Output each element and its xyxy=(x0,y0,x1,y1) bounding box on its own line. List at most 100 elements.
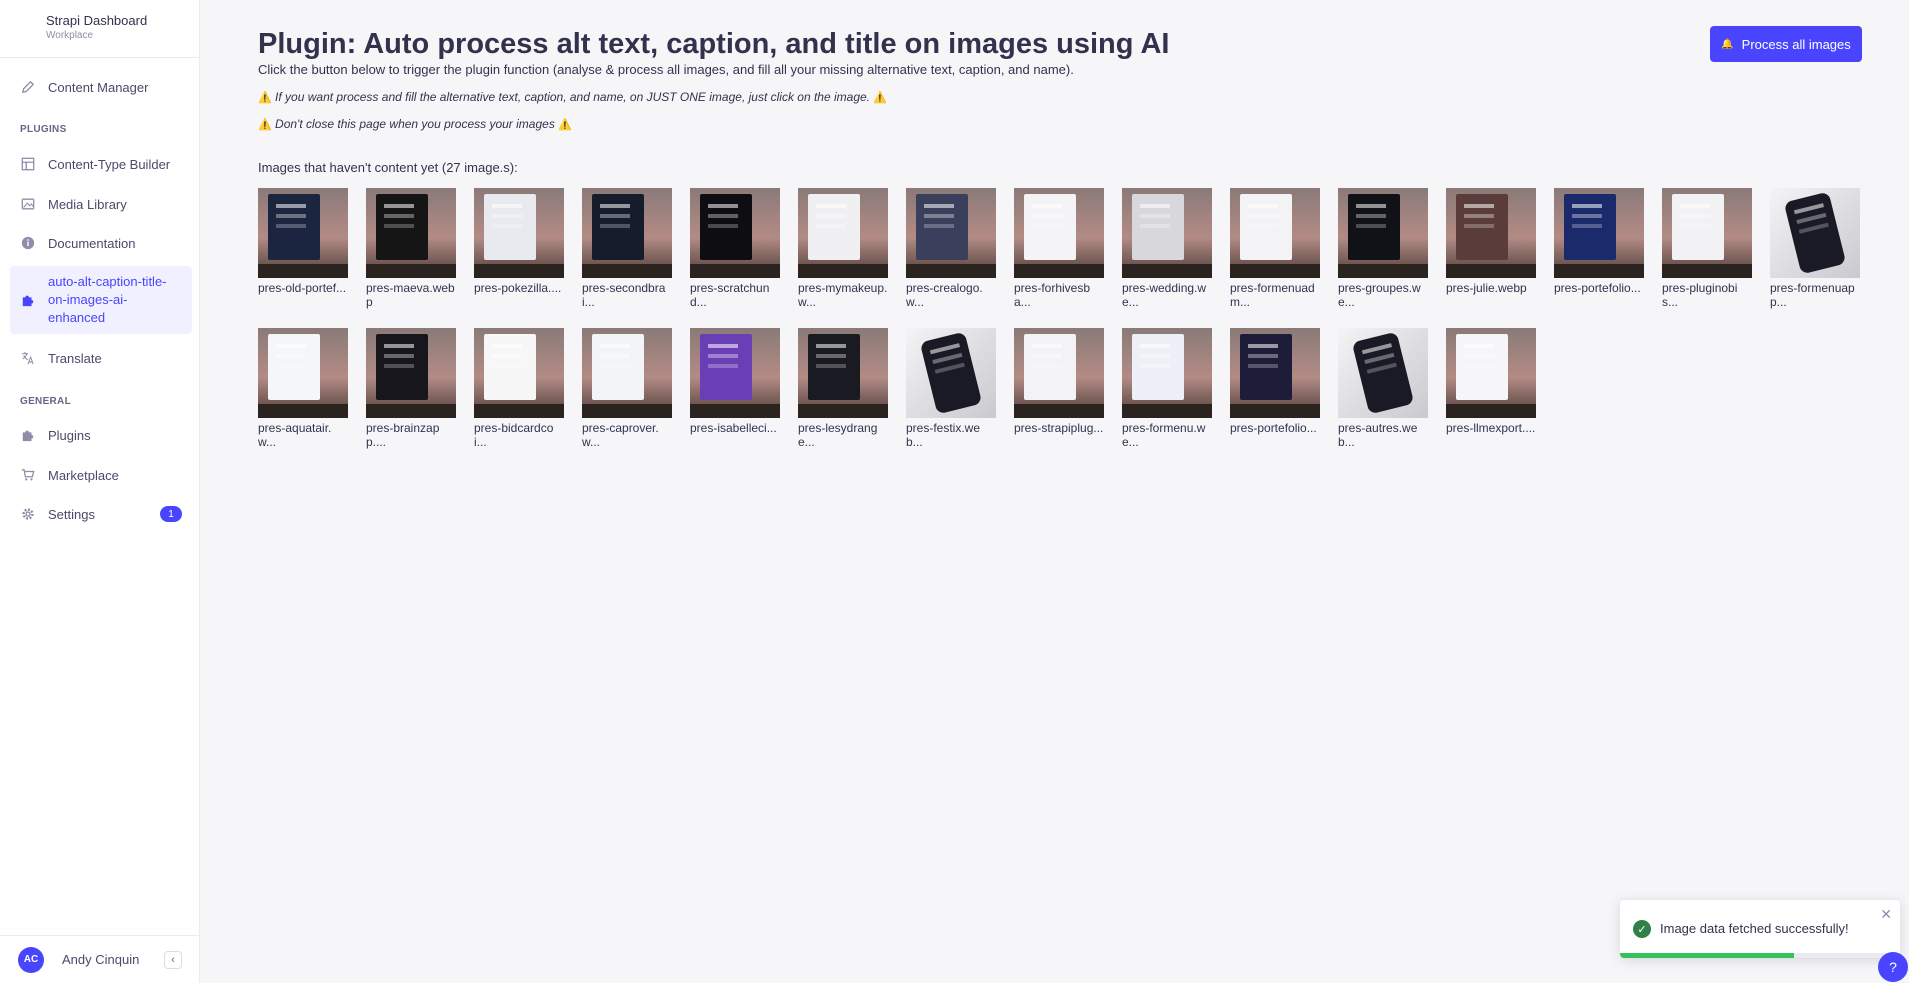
image-tile[interactable]: pres-isabelleci... xyxy=(690,328,780,435)
sidebar-item-content-type-builder[interactable]: Content-Type Builder xyxy=(10,152,192,176)
thumbnail-screen xyxy=(916,194,968,260)
collapse-sidebar-button[interactable]: ‹ xyxy=(164,950,182,969)
thumbnail-screen xyxy=(1348,194,1400,260)
info-icon xyxy=(20,235,36,251)
image-caption: pres-isabelleci... xyxy=(690,421,777,435)
thumbnail-keyboard xyxy=(690,264,780,278)
image-tile[interactable]: pres-portefolio... xyxy=(1230,328,1320,435)
image-tile[interactable]: pres-maeva.webp xyxy=(366,188,456,309)
image-caption: pres-wedding.we... xyxy=(1122,281,1207,309)
brand: Strapi Dashboard Workplace xyxy=(0,0,199,58)
image-tile[interactable]: pres-llmexport.... xyxy=(1446,328,1536,435)
image-tile[interactable]: pres-julie.webp xyxy=(1446,188,1536,295)
thumbnail-screen xyxy=(1456,334,1508,400)
image-tile[interactable]: pres-pokezilla.... xyxy=(474,188,564,295)
close-icon[interactable]: ✕ xyxy=(1880,906,1892,923)
settings-badge: 1 xyxy=(160,506,182,522)
thumbnail-screen xyxy=(592,194,644,260)
thumbnail-keyboard xyxy=(690,404,780,418)
thumbnail-screen xyxy=(1783,191,1847,275)
avatar[interactable]: AC xyxy=(18,946,44,973)
image-tile[interactable]: pres-aquatair.w... xyxy=(258,328,348,449)
sidebar-item-label: Settings xyxy=(48,506,95,522)
image-caption: pres-portefolio... xyxy=(1230,421,1317,435)
page-title: Plugin: Auto process alt text, caption, … xyxy=(258,28,1170,60)
image-tile[interactable]: pres-festix.web... xyxy=(906,328,996,449)
image-tile[interactable]: pres-brainzapp.... xyxy=(366,328,456,449)
image-thumbnail xyxy=(1230,328,1320,418)
thumbnail-keyboard xyxy=(474,404,564,418)
sidebar-item-label: Content-Type Builder xyxy=(48,156,171,172)
image-caption: pres-maeva.webp xyxy=(366,281,455,309)
thumbnail-screen xyxy=(1240,334,1292,400)
image-caption: pres-crealogo.w... xyxy=(906,281,983,309)
image-tile[interactable]: pres-lesydrange... xyxy=(798,328,888,449)
image-caption: pres-bidcardcoi... xyxy=(474,421,554,449)
thumbnail-screen xyxy=(1456,194,1508,260)
user-name[interactable]: Andy Cinquin xyxy=(62,952,139,967)
image-tile[interactable]: pres-pluginobis... xyxy=(1662,188,1752,309)
image-tile[interactable]: pres-portefolio... xyxy=(1554,188,1644,295)
thumbnail-screen xyxy=(700,334,752,400)
sidebar-item-label: Plugins xyxy=(48,427,91,443)
image-caption: pres-secondbrai... xyxy=(582,281,666,309)
sidebar-item-auto-alt-caption[interactable]: auto-alt-caption-title-on-images-ai-enha… xyxy=(10,266,192,334)
image-tile[interactable]: pres-old-portef... xyxy=(258,188,348,295)
sidebar: Strapi Dashboard Workplace Content Manag… xyxy=(0,0,200,983)
image-tile[interactable]: pres-bidcardcoi... xyxy=(474,328,564,449)
sidebar-item-documentation[interactable]: Documentation xyxy=(10,231,192,255)
sidebar-item-settings[interactable]: Settings 1 xyxy=(10,502,192,526)
image-caption: pres-autres.web... xyxy=(1338,421,1418,449)
help-button[interactable]: ? xyxy=(1878,952,1908,982)
image-tile[interactable]: pres-formenuapp... xyxy=(1770,188,1860,309)
image-caption: pres-llmexport.... xyxy=(1446,421,1536,435)
thumbnail-screen xyxy=(1024,334,1076,400)
image-tile[interactable]: pres-wedding.we... xyxy=(1122,188,1212,309)
sidebar-item-translate[interactable]: Translate xyxy=(10,346,192,370)
image-caption: pres-old-portef... xyxy=(258,281,347,295)
thumbnail-keyboard xyxy=(258,264,348,278)
image-tile[interactable]: pres-groupes.we... xyxy=(1338,188,1428,309)
image-tile[interactable]: pres-scratchund... xyxy=(690,188,780,309)
image-tile[interactable]: pres-forhivesba... xyxy=(1014,188,1104,309)
thumbnail-keyboard xyxy=(1122,264,1212,278)
image-thumbnail xyxy=(474,188,564,278)
sidebar-item-content-manager[interactable]: Content Manager xyxy=(10,75,192,99)
image-thumbnail xyxy=(906,328,996,418)
image-tile[interactable]: pres-autres.web... xyxy=(1338,328,1428,449)
brand-title: Strapi Dashboard xyxy=(46,13,148,28)
image-tile[interactable]: pres-strapiplug... xyxy=(1014,328,1104,435)
image-caption: pres-pokezilla.... xyxy=(474,281,562,295)
note-text: Don't close this page when you process y… xyxy=(275,117,555,131)
thumbnail-screen xyxy=(592,334,644,400)
sidebar-item-plugins[interactable]: Plugins xyxy=(10,423,192,447)
thumbnail-keyboard xyxy=(474,264,564,278)
sidebar-item-label: Media Library xyxy=(48,196,127,212)
pencil-icon xyxy=(20,79,36,95)
sidebar-item-media-library[interactable]: Media Library xyxy=(10,192,192,216)
chevron-left-icon: ‹ xyxy=(171,953,175,966)
image-tile[interactable]: pres-formenu.we... xyxy=(1122,328,1212,449)
image-thumbnail xyxy=(1014,328,1104,418)
thumbnail-keyboard xyxy=(1662,264,1752,278)
thumbnail-screen xyxy=(1351,331,1415,415)
image-tile[interactable]: pres-formenuadm... xyxy=(1230,188,1320,309)
thumbnail-keyboard xyxy=(582,404,672,418)
sidebar-item-marketplace[interactable]: Marketplace xyxy=(10,463,192,487)
image-tile[interactable]: pres-caprover.w... xyxy=(582,328,672,449)
image-thumbnail xyxy=(1014,188,1104,278)
image-tile[interactable]: pres-crealogo.w... xyxy=(906,188,996,309)
image-tile[interactable]: pres-mymakeup.w... xyxy=(798,188,888,309)
cart-icon xyxy=(20,467,36,483)
image-thumbnail xyxy=(1446,188,1536,278)
thumbnail-keyboard xyxy=(1014,404,1104,418)
image-thumbnail xyxy=(1338,188,1428,278)
image-tile[interactable]: pres-secondbrai... xyxy=(582,188,672,309)
thumbnail-screen xyxy=(268,334,320,400)
process-all-images-button[interactable]: 🔔 Process all images xyxy=(1710,26,1862,62)
page-subtitle: Click the button below to trigger the pl… xyxy=(258,62,1074,77)
brand-subtitle: Workplace xyxy=(46,30,94,41)
thumbnail-screen xyxy=(1672,194,1724,260)
thumbnail-screen xyxy=(376,194,428,260)
thumbnail-keyboard xyxy=(1446,264,1536,278)
